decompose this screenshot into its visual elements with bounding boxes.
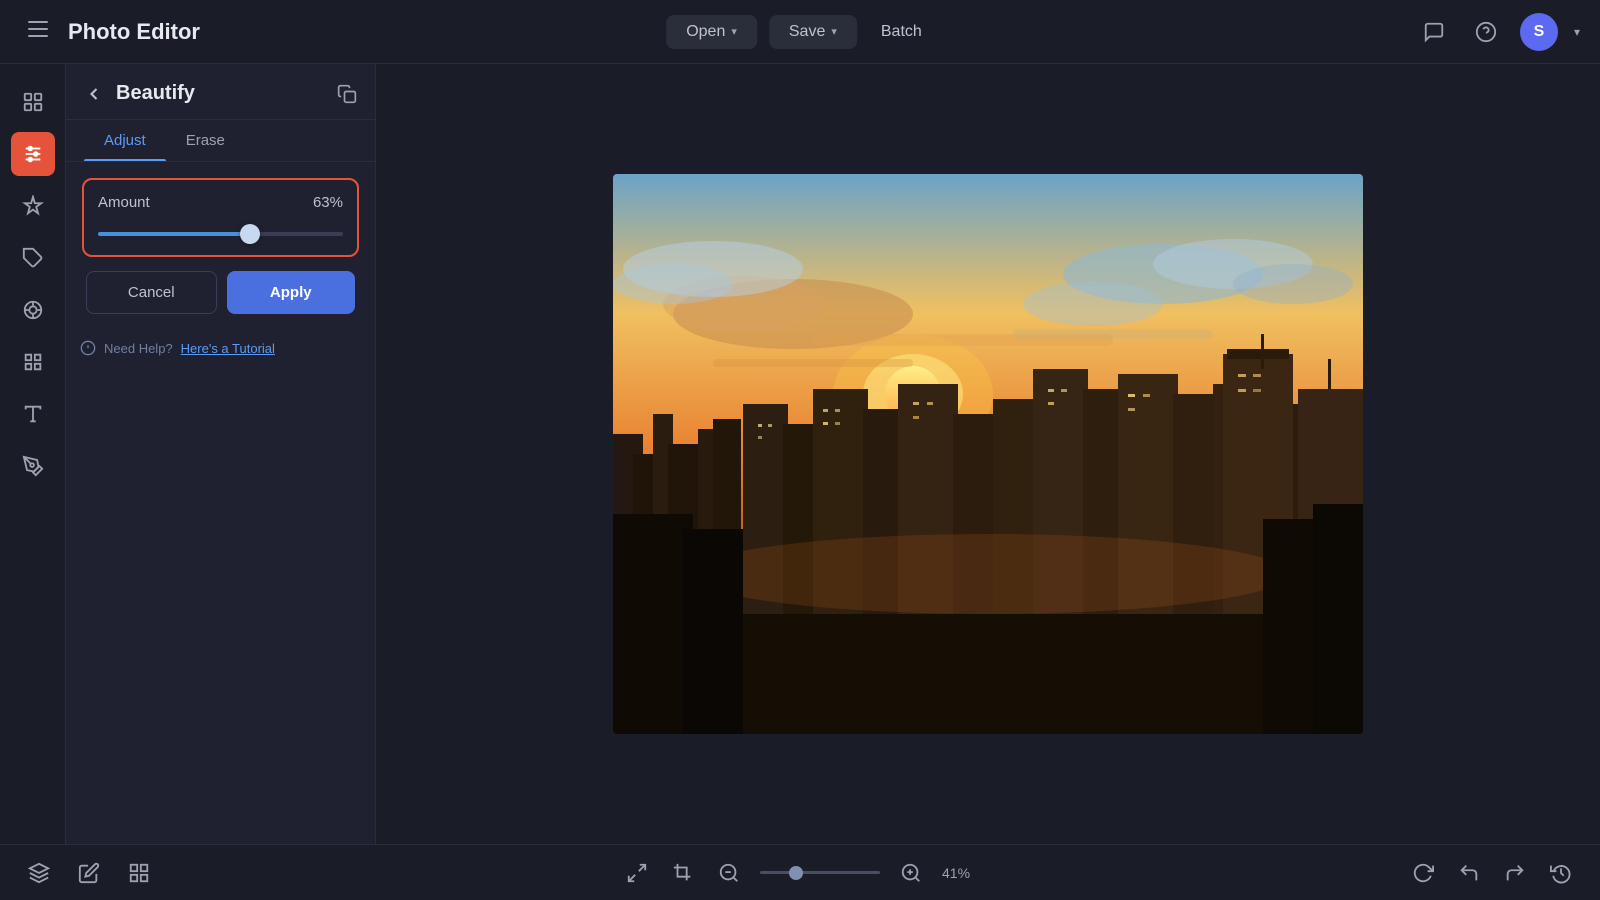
panel-tabs: Adjust Erase	[66, 120, 375, 162]
avatar-button[interactable]: S	[1520, 13, 1558, 51]
bottom-toolbar-left	[24, 858, 154, 888]
header-center: Open ▾ Save ▾ Batch	[666, 15, 934, 49]
apply-button[interactable]: Apply	[227, 271, 356, 314]
edit-icon	[78, 862, 100, 884]
layers-button[interactable]	[24, 858, 54, 888]
tab-adjust[interactable]: Adjust	[84, 120, 166, 161]
cancel-button[interactable]: Cancel	[86, 271, 217, 314]
avatar-chevron-icon: ▾	[1574, 25, 1580, 39]
sidebar-item-adjust[interactable]	[11, 132, 55, 176]
panel-title: Beautify	[116, 82, 195, 105]
help-icon	[1475, 21, 1497, 43]
open-button[interactable]: Open ▾	[666, 15, 757, 49]
sidebar-item-layout[interactable]	[11, 288, 55, 332]
grid-view-button[interactable]	[124, 858, 154, 888]
grid-icon	[22, 351, 44, 373]
bottom-toolbar: 41%	[0, 844, 1600, 900]
back-button[interactable]	[84, 84, 104, 104]
hamburger-icon	[28, 21, 48, 42]
layout-icon	[22, 299, 44, 321]
tag-icon	[22, 247, 44, 269]
amount-label: Amount	[98, 194, 150, 211]
copy-icon	[337, 84, 357, 104]
save-button[interactable]: Save ▾	[769, 15, 857, 49]
sidebar-item-sparkle[interactable]	[11, 184, 55, 228]
bottom-toolbar-right	[1408, 858, 1576, 888]
info-icon	[80, 340, 96, 356]
adjust-icon	[22, 143, 44, 165]
person-icon	[22, 91, 44, 113]
amount-header: Amount 63%	[98, 194, 343, 211]
city-skyline-image	[613, 174, 1363, 734]
hamburger-button[interactable]	[20, 14, 56, 50]
back-icon	[84, 84, 104, 104]
zoom-track[interactable]	[760, 871, 880, 874]
sidebar-item-brush[interactable]	[11, 444, 55, 488]
amount-slider[interactable]	[98, 232, 343, 236]
zoom-out-button[interactable]	[714, 858, 744, 888]
sidebar-item-grid[interactable]	[11, 340, 55, 384]
chat-button[interactable]	[1416, 14, 1452, 50]
panel-content: Amount 63% Cancel Apply	[66, 162, 375, 330]
history-button[interactable]	[1546, 858, 1576, 888]
grid-view-icon	[128, 862, 150, 884]
main-area: Beautify Adjust Erase Amount 6	[0, 64, 1600, 844]
header-right: S ▾	[1416, 13, 1580, 51]
brush-icon	[22, 455, 44, 477]
zoom-thumb[interactable]	[789, 866, 803, 880]
history-icon	[1550, 862, 1572, 884]
refresh-icon	[1412, 862, 1434, 884]
zoom-out-icon	[718, 862, 740, 884]
save-label: Save	[789, 23, 825, 41]
help-section: Need Help? Here's a Tutorial	[66, 330, 375, 366]
icon-sidebar	[0, 64, 66, 844]
help-prefix: Need Help?	[104, 341, 173, 356]
beautify-panel: Beautify Adjust Erase Amount 6	[66, 64, 376, 844]
save-chevron-icon: ▾	[831, 25, 837, 38]
help-tutorial-link[interactable]: Here's a Tutorial	[181, 341, 275, 356]
header-left: Photo Editor	[20, 14, 200, 50]
sparkle-icon	[22, 195, 44, 217]
crop-icon	[672, 862, 694, 884]
amount-control-box: Amount 63%	[82, 178, 359, 257]
amount-value: 63%	[313, 194, 343, 211]
layers-icon	[28, 862, 50, 884]
tab-erase[interactable]: Erase	[166, 120, 245, 161]
crop-button[interactable]	[668, 858, 698, 888]
photo-canvas	[613, 174, 1363, 734]
copy-button[interactable]	[337, 84, 357, 104]
text-icon	[22, 403, 44, 425]
zoom-in-button[interactable]	[896, 858, 926, 888]
avatar-label: S	[1534, 23, 1545, 41]
open-label: Open	[686, 23, 725, 41]
undo-button[interactable]	[1454, 858, 1484, 888]
header: Photo Editor Open ▾ Save ▾ Batch	[0, 0, 1600, 64]
open-chevron-icon: ▾	[731, 25, 737, 38]
action-buttons: Cancel Apply	[82, 271, 359, 314]
zoom-slider-container[interactable]	[760, 871, 880, 874]
zoom-percentage: 41%	[942, 865, 978, 881]
sidebar-item-person[interactable]	[11, 80, 55, 124]
panel-header-left: Beautify	[84, 82, 195, 105]
help-button[interactable]	[1468, 14, 1504, 50]
edit-button[interactable]	[74, 858, 104, 888]
refresh-button[interactable]	[1408, 858, 1438, 888]
fullscreen-button[interactable]	[622, 858, 652, 888]
chat-icon	[1423, 21, 1445, 43]
fullscreen-icon	[626, 862, 648, 884]
batch-button[interactable]: Batch	[869, 15, 934, 49]
redo-icon	[1504, 862, 1526, 884]
undo-icon	[1458, 862, 1480, 884]
canvas-area	[376, 64, 1600, 844]
bottom-toolbar-center: 41%	[622, 858, 978, 888]
app-title: Photo Editor	[68, 19, 200, 45]
batch-label: Batch	[881, 23, 922, 40]
redo-button[interactable]	[1500, 858, 1530, 888]
panel-header: Beautify	[66, 64, 375, 120]
sidebar-item-tag[interactable]	[11, 236, 55, 280]
zoom-in-icon	[900, 862, 922, 884]
sidebar-item-text[interactable]	[11, 392, 55, 436]
